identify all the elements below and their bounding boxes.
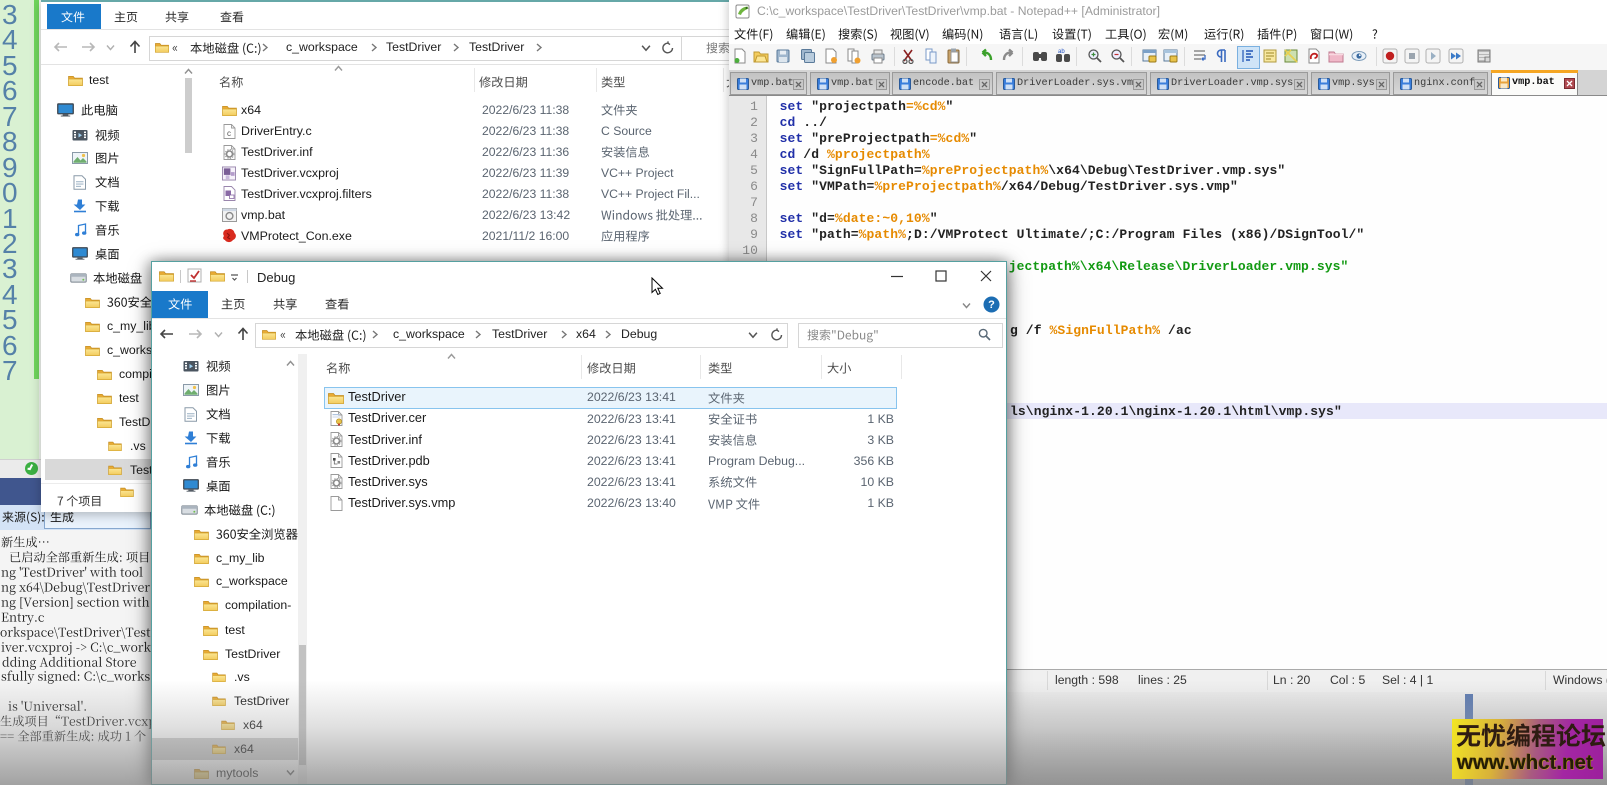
svg-text:c: c xyxy=(227,129,231,138)
svg-text:?: ? xyxy=(988,299,995,311)
svg-text:ab: ab xyxy=(1058,49,1065,55)
